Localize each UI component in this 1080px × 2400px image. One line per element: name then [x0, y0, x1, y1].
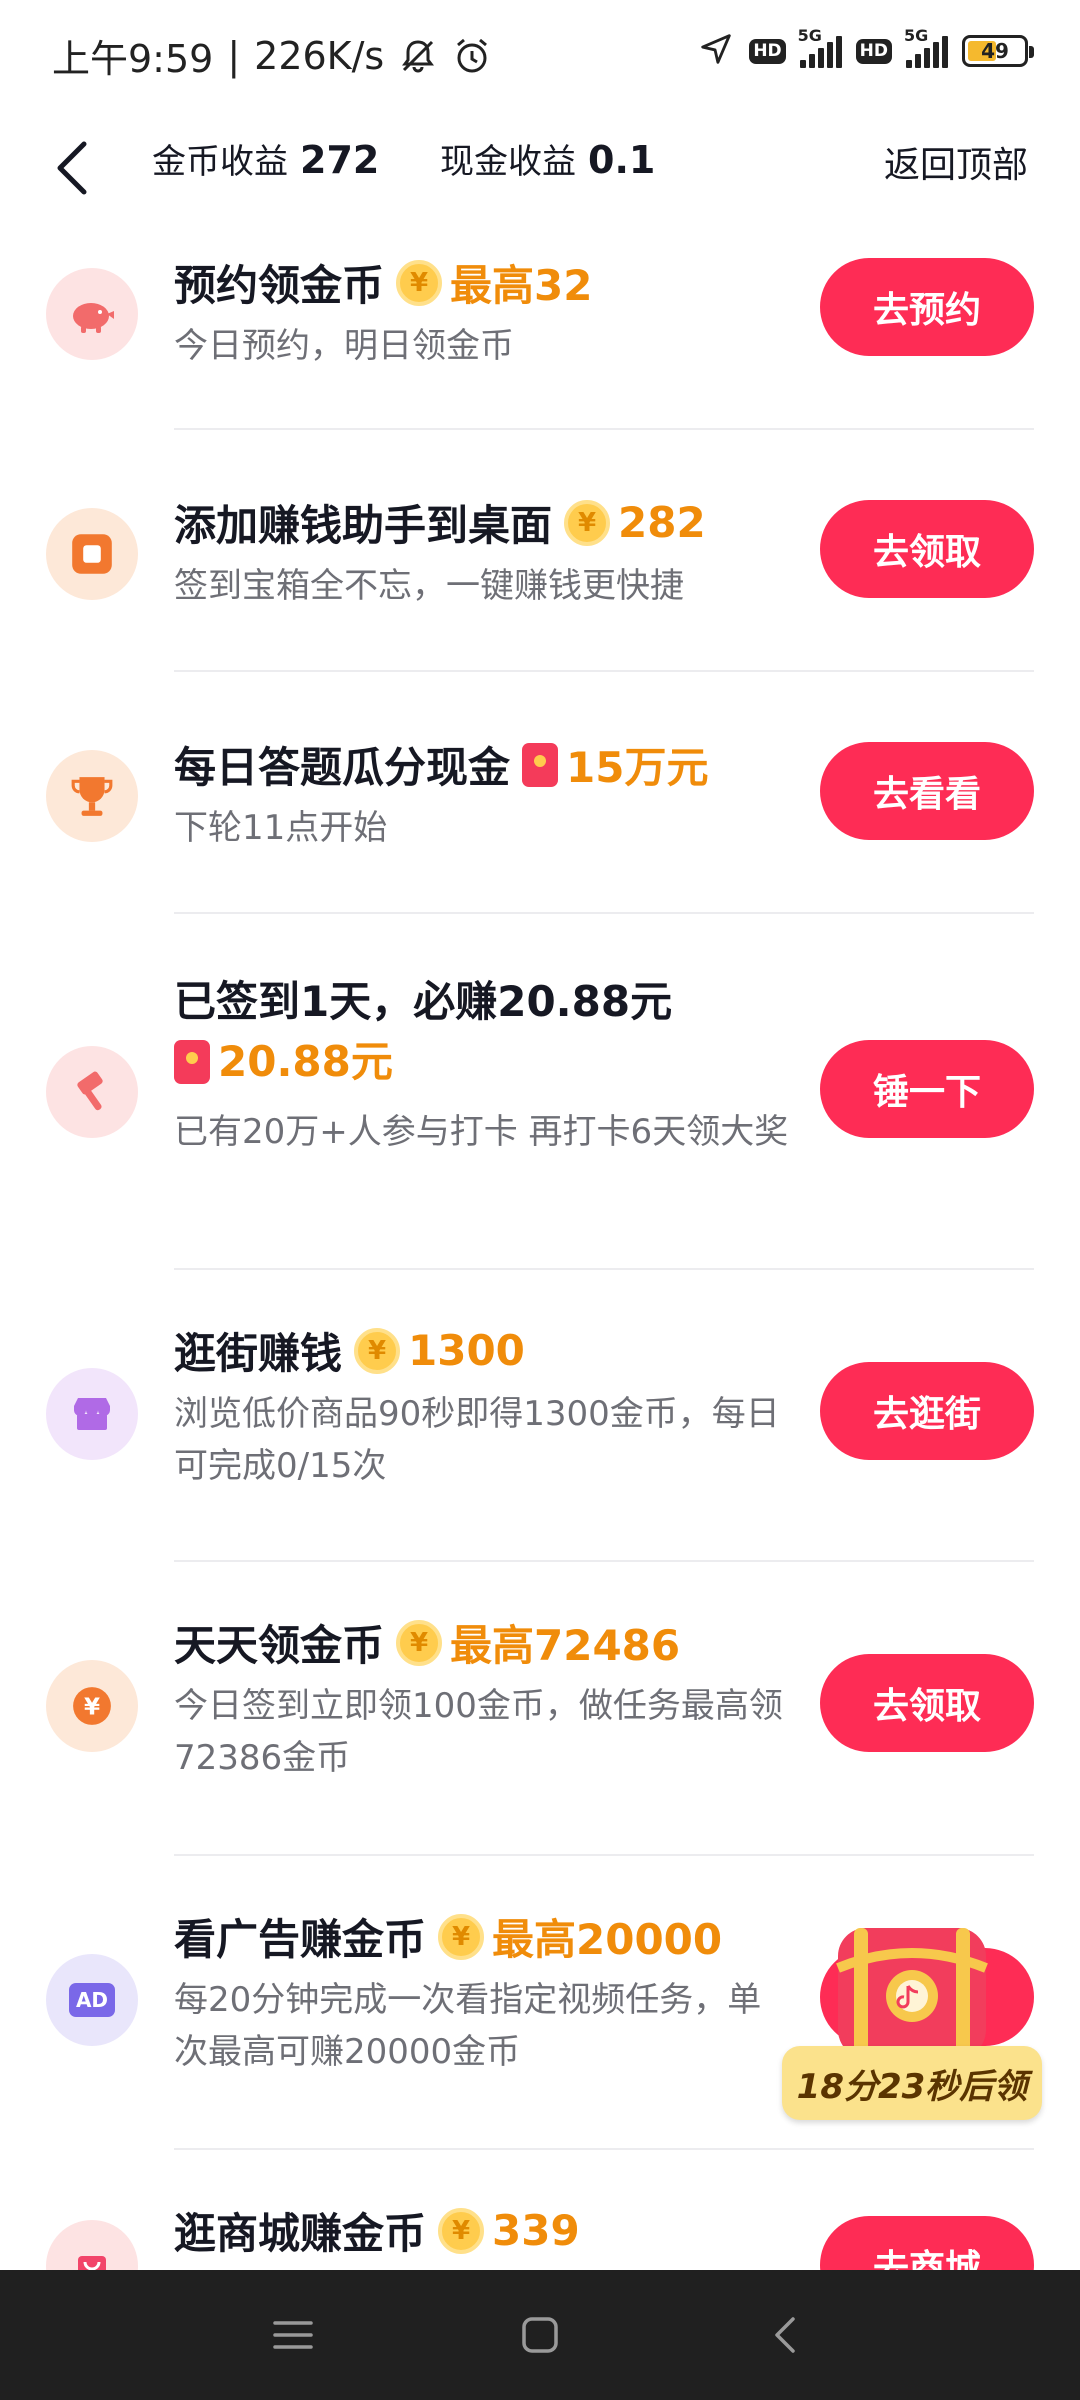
task-reward: 339 — [492, 2206, 580, 2255]
hammer-icon — [46, 1046, 138, 1138]
task-title: 每日答题瓜分现金 — [174, 743, 511, 792]
back-arrow-icon — [775, 2317, 795, 2353]
hd-badge-1: HD — [749, 38, 786, 64]
task-title: 预约领金币 — [174, 261, 385, 310]
hd-badge-2: HD — [855, 38, 892, 64]
task-action-button[interactable]: 去商城 — [820, 2216, 1034, 2270]
coin-earnings[interactable]: 金币收益 272 — [152, 134, 379, 183]
task-title: 看广告赚金币 — [174, 1915, 427, 1964]
coin-icon: ¥ — [564, 499, 611, 546]
coin-icon: ¥ — [354, 1327, 401, 1374]
task-item: 逛商城赚金币 ¥ 339 去商城 — [0, 2150, 1080, 2270]
task-title: 天天领金币 — [174, 1621, 385, 1670]
task-description: 浏览低价商品90秒即得1300金币，每日可完成0/15次 — [174, 1394, 780, 1486]
mute-bell-icon — [398, 36, 438, 76]
task-item: 已签到1天，必赚20.88元 20.88元 已有20万+人参与打卡 再打卡6天领… — [0, 914, 1080, 1270]
coin-icon: ¥ — [438, 1913, 485, 1960]
task-description: 今日签到立即领100金币，做任务最高领72386金币 — [174, 1686, 783, 1778]
shop-icon — [46, 1368, 138, 1460]
ad-icon: AD — [46, 1954, 138, 2046]
task-title: 添加赚钱助手到桌面 — [174, 501, 553, 550]
task-reward: 最高72486 — [450, 1621, 681, 1670]
task-reward: 20.88元 — [218, 1037, 393, 1086]
task-reward: 1300 — [408, 1326, 525, 1375]
task-action-button[interactable]: 去预约 — [820, 258, 1034, 356]
task-reward: 15万元 — [566, 743, 709, 792]
cash-earnings[interactable]: 现金收益 0.1 — [440, 134, 655, 183]
coin-earnings-label: 金币收益 — [152, 142, 288, 182]
red-envelope-icon — [522, 742, 559, 787]
task-reward: 282 — [618, 498, 706, 547]
app-square-icon — [46, 508, 138, 600]
coin-earnings-value: 272 — [300, 138, 380, 182]
task-description: 今日预约，明日领金币 — [174, 326, 514, 366]
trophy-icon — [46, 750, 138, 842]
task-description: 签到宝箱全不忘，一键赚钱更快捷 — [174, 566, 684, 606]
task-item: ¥ 天天领金币 ¥ 最高72486 今日签到立即领100金币，做任务最高领723… — [0, 1562, 1080, 1856]
battery-icon: 49 — [962, 35, 1034, 67]
menu-button[interactable] — [258, 2300, 328, 2370]
alarm-clock-icon — [452, 36, 492, 76]
coin-icon: ¥ — [396, 1619, 443, 1666]
home-square-icon — [522, 2317, 558, 2353]
task-item: 预约领金币 ¥ 最高32 今日预约，明日领金币 去预约 — [0, 230, 1080, 430]
task-title: 已签到1天，必赚20.88元 — [174, 977, 673, 1026]
signal-icon-1: 5G — [798, 26, 842, 68]
task-title: 逛商城赚金币 — [174, 2209, 427, 2258]
task-description: 每20分钟完成一次看指定视频任务，单次最高可赚20000金币 — [174, 1980, 762, 2072]
task-action-button[interactable]: 去逛街 — [820, 1362, 1034, 1460]
task-reward: 最高32 — [450, 261, 593, 310]
chevron-left-icon — [57, 141, 87, 195]
task-description: 下轮11点开始 — [174, 808, 388, 848]
back-to-top-button[interactable]: 返回顶部 — [884, 136, 1028, 188]
task-action-button[interactable]: 去领取 — [820, 500, 1034, 598]
yuan-coin-icon: ¥ — [46, 1660, 138, 1752]
piggy-bank-icon — [46, 268, 138, 360]
chest-countdown: 18分23秒后领 — [782, 2046, 1042, 2120]
status-bar-right: HD 5G HD 5G 49 — [697, 26, 1034, 72]
home-button[interactable] — [505, 2300, 575, 2370]
nav-back-button[interactable] — [752, 2300, 822, 2370]
svg-text:¥: ¥ — [84, 1694, 100, 1720]
treasure-chest-widget[interactable]: 18分23秒后领 — [782, 1908, 1042, 2134]
location-icon — [697, 30, 735, 72]
status-bar-left: 上午9:59 | 226K/s — [52, 28, 492, 83]
red-envelope-icon — [174, 1040, 210, 1084]
task-item: 每日答题瓜分现金 15万元 下轮11点开始 去看看 — [0, 672, 1080, 914]
task-action-button[interactable]: 去看看 — [820, 742, 1034, 840]
coin-icon: ¥ — [396, 259, 443, 306]
task-reward: 最高20000 — [492, 1915, 723, 1964]
task-action-button[interactable]: 去领取 — [820, 1654, 1034, 1752]
coin-icon: ¥ — [438, 2207, 485, 2254]
task-item: 添加赚钱助手到桌面 ¥ 282 签到宝箱全不忘，一键赚钱更快捷 去领取 — [0, 430, 1080, 672]
status-bar: 上午9:59 | 226K/s HD 5G HD 5G 49 — [0, 0, 1080, 110]
ad-icon-label: AD — [75, 1988, 109, 2012]
treasure-chest-icon — [836, 1928, 988, 2058]
back-button[interactable] — [52, 128, 112, 208]
shopping-bag-icon — [46, 2220, 138, 2270]
task-item: 逛街赚钱 ¥ 1300 浏览低价商品90秒即得1300金币，每日可完成0/15次… — [0, 1270, 1080, 1562]
cash-earnings-value: 0.1 — [588, 138, 656, 182]
cash-earnings-label: 现金收益 — [440, 142, 576, 182]
status-time: 上午9:59 — [52, 37, 214, 81]
task-action-button[interactable]: 锤一下 — [820, 1040, 1034, 1138]
signal-icon-2: 5G — [904, 26, 948, 68]
top-header: 金币收益 272 现金收益 0.1 返回顶部 — [0, 110, 1080, 230]
status-net-speed: 226K/s — [254, 33, 385, 78]
task-description: 已有20万+人参与打卡 再打卡6天领大奖 — [174, 1112, 789, 1152]
hamburger-menu-icon — [273, 2321, 313, 2349]
system-nav-bar — [0, 2270, 1080, 2400]
task-title: 逛街赚钱 — [174, 1329, 343, 1378]
